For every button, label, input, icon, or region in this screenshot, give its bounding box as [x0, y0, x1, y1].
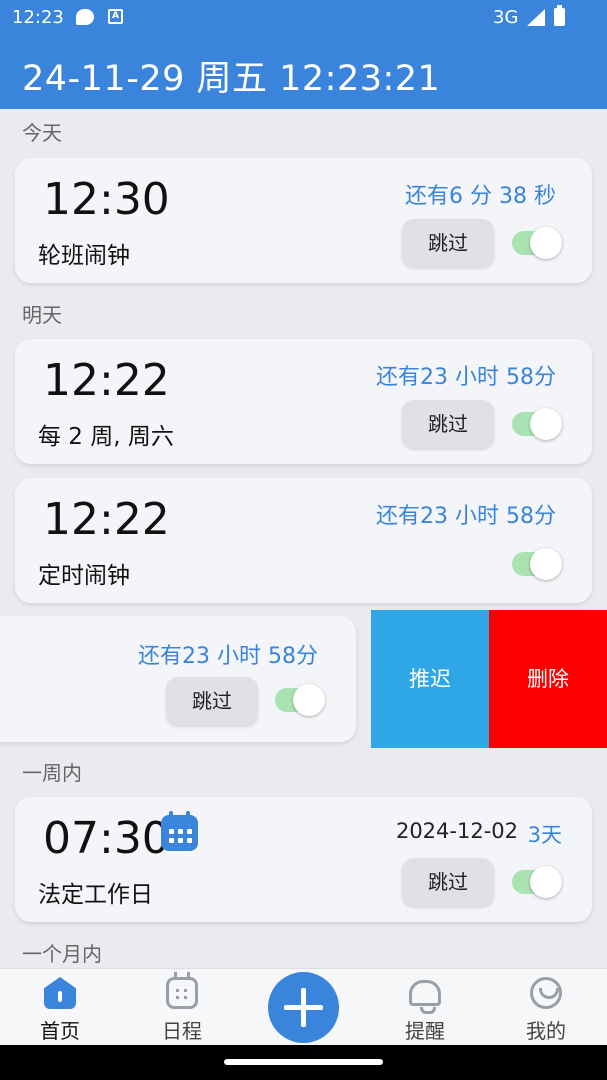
alarm-card-swiped[interactable]: 还有23 小时 58分 跳过 [0, 616, 356, 742]
alarm-card[interactable]: 12:22 定时闹钟 还有23 小时 58分 [15, 478, 592, 603]
alarm-card[interactable]: 07:30 法定工作日 2024-12-02 3天 跳过 [15, 797, 592, 922]
alarm-label: 轮班闹钟 [38, 243, 130, 269]
alarm-time: 12:22 [43, 494, 170, 545]
toggle-knob [530, 866, 562, 898]
section-month: 一个月内 [22, 942, 102, 966]
alarm-label: 定时闹钟 [38, 563, 130, 589]
skip-button[interactable]: 跳过 [402, 219, 494, 267]
system-navigation-bar [0, 1045, 607, 1080]
alarm-time: 07:30 [43, 813, 170, 864]
skip-button[interactable]: 跳过 [166, 677, 258, 725]
alarm-days-remaining: 3天 [527, 823, 562, 847]
app-header: 24-11-29 周五 12:23:21 [0, 36, 607, 109]
nav-schedule-label: 日程 [162, 1019, 202, 1043]
message-notification-icon [76, 9, 94, 25]
alarm-time: 12:22 [43, 355, 170, 406]
nav-home-label: 首页 [40, 1019, 80, 1043]
toggle-knob [530, 548, 562, 580]
alarm-toggle[interactable] [512, 548, 562, 580]
nav-remind[interactable]: 提醒 [375, 969, 475, 1046]
home-indicator[interactable] [224, 1059, 383, 1065]
nav-schedule[interactable]: 日程 [132, 969, 232, 1046]
alarm-toggle[interactable] [275, 684, 325, 716]
delay-button[interactable]: 推迟 [371, 610, 489, 748]
toggle-knob [530, 408, 562, 440]
smiley-icon [530, 977, 562, 1009]
network-type: 3G [493, 7, 519, 28]
alarm-toggle[interactable] [512, 408, 562, 440]
nav-home[interactable]: 首页 [10, 969, 110, 1046]
alarm-remaining: 还有23 小时 58分 [138, 644, 318, 669]
alarm-toggle[interactable] [512, 227, 562, 259]
alarm-label: 每 2 周, 周六 [38, 424, 174, 450]
battery-icon [554, 5, 565, 26]
skip-button[interactable]: 跳过 [402, 400, 494, 448]
home-icon [44, 977, 76, 1009]
current-datetime: 24-11-29 周五 12:23:21 [22, 59, 441, 99]
nav-remind-label: 提醒 [405, 1019, 445, 1043]
alarm-date: 2024-12-02 [395, 819, 518, 843]
alarm-toggle[interactable] [512, 866, 562, 898]
skip-button[interactable]: 跳过 [402, 858, 494, 906]
alarm-remaining: 还有23 小时 58分 [376, 365, 556, 390]
delete-button[interactable]: 删除 [489, 610, 607, 748]
nav-mine[interactable]: 我的 [496, 969, 596, 1046]
section-week: 一周内 [22, 761, 82, 785]
nav-mine-label: 我的 [526, 1019, 566, 1043]
alarm-time: 12:30 [43, 174, 170, 225]
signal-icon [527, 9, 545, 26]
calendar-icon [161, 811, 198, 851]
calendar-icon [166, 972, 198, 1009]
app-notification-icon: A [108, 9, 123, 24]
alarm-label: 法定工作日 [38, 882, 153, 908]
status-bar: 12:23 A 3G [0, 0, 607, 36]
toggle-knob [293, 684, 325, 716]
toggle-knob [530, 227, 562, 259]
alarm-remaining: 还有23 小时 58分 [376, 504, 556, 529]
alarm-card[interactable]: 12:30 轮班闹钟 还有6 分 38 秒 跳过 [15, 158, 592, 283]
alarm-remaining: 还有6 分 38 秒 [405, 184, 556, 209]
status-time: 12:23 [12, 7, 64, 28]
alarm-card[interactable]: 12:22 每 2 周, 周六 还有23 小时 58分 跳过 [15, 339, 592, 464]
section-today: 今天 [22, 121, 62, 145]
bell-icon [409, 980, 441, 1014]
add-button[interactable] [268, 972, 339, 1043]
section-tomorrow: 明天 [22, 303, 62, 327]
